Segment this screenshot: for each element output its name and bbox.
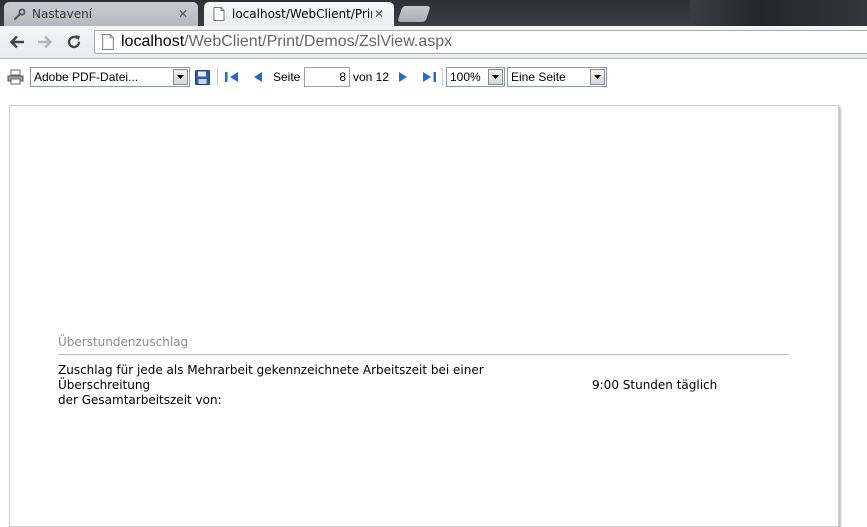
previous-page-icon [254, 72, 262, 82]
surcharge-value: 9:00 Stunden täglich [592, 378, 718, 392]
save-export-button[interactable] [195, 67, 210, 87]
chevron-down-icon [590, 69, 605, 85]
new-tab-button[interactable] [397, 6, 431, 22]
description-line: Zuschlag für jede als Mehrarbeit gekennz… [58, 363, 484, 392]
back-button[interactable] [7, 32, 27, 52]
tab-localhost[interactable]: localhost/WebClient/Print ✕ [204, 2, 394, 26]
last-page-icon [423, 72, 436, 82]
zoom-select[interactable]: 100% [446, 67, 505, 87]
surcharge-description: Zuschlag für jede als Mehrarbeit gekennz… [58, 363, 578, 408]
view-mode-select[interactable]: Eine Seite [507, 67, 607, 87]
url-host: localhost [121, 33, 185, 50]
address-bar[interactable]: localhost/WebClient/Print/Demos/ZslView.… [94, 30, 867, 54]
next-page-button[interactable] [398, 67, 408, 87]
reload-icon [67, 35, 81, 49]
description-line: der Gesamtarbeitszeit von: [58, 393, 222, 407]
tab-settings[interactable]: Nastavení ✕ [4, 2, 198, 26]
page-icon [212, 7, 226, 21]
report-viewer[interactable]: Überstundenzuschlag Zuschlag für jede al… [0, 92, 867, 527]
close-tab-icon[interactable]: ✕ [372, 7, 386, 21]
first-page-icon [225, 72, 238, 82]
reload-button[interactable] [64, 32, 84, 52]
last-page-button[interactable] [421, 67, 437, 87]
current-page-input[interactable]: 8 [304, 67, 350, 87]
previous-page-button[interactable] [253, 67, 263, 87]
toolbar-separator [442, 68, 443, 86]
print-button[interactable] [7, 67, 24, 87]
export-format-value: Adobe PDF-Datei... [34, 70, 139, 84]
floppy-disk-icon [195, 69, 210, 85]
chevron-down-icon [173, 69, 188, 85]
tab-strip-background [690, 0, 867, 26]
page-count-label: von 12 [353, 70, 390, 84]
forward-button[interactable] [35, 32, 55, 52]
section-title: Überstundenzuschlag [58, 335, 189, 349]
next-page-icon [399, 72, 407, 82]
page-icon [102, 34, 114, 50]
zoom-value: 100% [450, 70, 481, 84]
report-page: Überstundenzuschlag Zuschlag für jede al… [9, 105, 839, 527]
export-format-select[interactable]: Adobe PDF-Datei... [30, 67, 190, 87]
section-divider [58, 354, 789, 355]
tab-title: localhost/WebClient/Print [232, 7, 372, 21]
report-toolbar: Adobe PDF-Datei... Seite 8 von 12 100% E… [0, 64, 867, 90]
back-arrow-icon [9, 35, 24, 49]
forward-arrow-icon [38, 35, 53, 49]
printer-icon [7, 69, 24, 85]
navigation-bar: localhost/WebClient/Print/Demos/ZslView.… [0, 26, 867, 59]
chevron-down-icon [488, 69, 503, 85]
page-label: Seite [273, 70, 301, 84]
url-path: /WebClient/Print/Demos/ZslView.aspx [184, 33, 453, 50]
first-page-button[interactable] [224, 67, 240, 87]
tab-title: Nastavení [32, 7, 93, 21]
close-tab-icon[interactable]: ✕ [176, 7, 190, 21]
view-mode-value: Eine Seite [511, 70, 566, 84]
toolbar-separator [217, 68, 218, 86]
wrench-icon [12, 7, 26, 21]
tab-strip: Nastavení ✕ localhost/WebClient/Print ✕ [0, 0, 867, 26]
